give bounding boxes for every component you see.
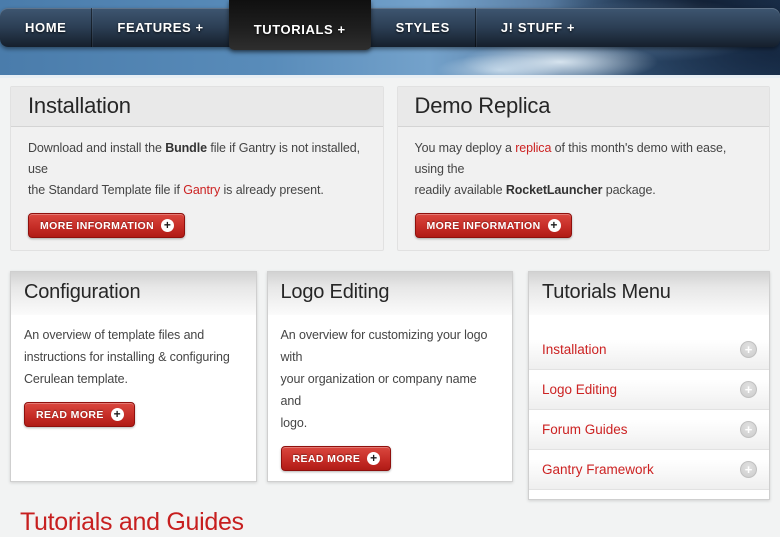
tutorials-menu-panel: Tutorials Menu Installation + Logo Editi… bbox=[528, 271, 770, 500]
text-segment-bold: RocketLauncher bbox=[506, 183, 603, 197]
installation-more-information-button[interactable]: MORE INFORMATION + bbox=[28, 213, 185, 238]
configuration-read-more-button[interactable]: READ MORE + bbox=[24, 402, 135, 427]
installation-card-header: Installation bbox=[11, 87, 383, 127]
logo-editing-card-body: An overview for customizing your logo wi… bbox=[268, 315, 513, 481]
logo-editing-card-description: An overview for customizing your logo wi… bbox=[281, 324, 500, 434]
mid-row: Configuration An overview of template fi… bbox=[10, 271, 770, 537]
installation-card-body: Download and install the Bundle file if … bbox=[11, 127, 383, 250]
logo-editing-card: Logo Editing An overview for customizing… bbox=[267, 271, 514, 482]
menu-item-label: Logo Editing bbox=[542, 382, 617, 397]
demo-replica-card: Demo Replica You may deploy a replica of… bbox=[397, 86, 771, 251]
nav-item-home[interactable]: HOME bbox=[0, 8, 91, 47]
plus-icon: + bbox=[111, 408, 124, 421]
tutorials-menu-title: Tutorials Menu bbox=[542, 281, 756, 304]
nav-item-features[interactable]: FEATURES + bbox=[91, 8, 228, 47]
plus-icon: + bbox=[740, 421, 757, 438]
configuration-card-header: Configuration bbox=[11, 272, 256, 315]
text-segment: Download and install the bbox=[28, 141, 165, 155]
demo-replica-card-title: Demo Replica bbox=[415, 93, 753, 119]
plus-icon: + bbox=[740, 341, 757, 358]
plus-icon: + bbox=[740, 461, 757, 478]
button-label: MORE INFORMATION bbox=[40, 220, 154, 232]
configuration-card-body: An overview of template files and instru… bbox=[11, 315, 256, 437]
plus-icon: + bbox=[367, 452, 380, 465]
demo-replica-card-body: You may deploy a replica of this month's… bbox=[398, 127, 770, 250]
text-segment: You may deploy a bbox=[415, 141, 516, 155]
logo-editing-card-title: Logo Editing bbox=[281, 281, 500, 304]
nav-item-tutorials[interactable]: TUTORIALS + bbox=[229, 0, 371, 50]
menu-item-installation[interactable]: Installation + bbox=[529, 330, 769, 370]
configuration-card: Configuration An overview of template fi… bbox=[10, 271, 257, 482]
text-segment: package. bbox=[602, 183, 655, 197]
demo-replica-card-description: You may deploy a replica of this month's… bbox=[415, 138, 753, 201]
installation-card-title: Installation bbox=[28, 93, 366, 119]
tutorials-menu-list: Installation + Logo Editing + Forum Guid… bbox=[529, 315, 769, 499]
nav-item-ji-stuff[interactable]: J! STUFF + bbox=[475, 8, 600, 47]
menu-item-forum-guides[interactable]: Forum Guides + bbox=[529, 410, 769, 450]
mid-left-column: Configuration An overview of template fi… bbox=[10, 271, 513, 537]
text-segment-bold: Bundle bbox=[165, 141, 207, 155]
header-background-image: HOME FEATURES + TUTORIALS + STYLES J! ST… bbox=[0, 0, 780, 78]
menu-item-label: Gantry Framework bbox=[542, 462, 654, 477]
page-content: Installation Download and install the Bu… bbox=[0, 78, 780, 537]
plus-icon: + bbox=[740, 381, 757, 398]
plus-icon: + bbox=[548, 219, 561, 232]
menu-item-label: Forum Guides bbox=[542, 422, 628, 437]
configuration-card-description: An overview of template files and instru… bbox=[24, 324, 243, 390]
demo-replica-card-header: Demo Replica bbox=[398, 87, 770, 127]
tutorials-and-guides-heading: Tutorials and Guides bbox=[20, 508, 513, 537]
menu-item-label: Installation bbox=[542, 342, 607, 357]
button-label: MORE INFORMATION bbox=[427, 220, 541, 232]
main-nav: HOME FEATURES + TUTORIALS + STYLES J! ST… bbox=[0, 8, 780, 47]
logo-editing-card-header: Logo Editing bbox=[268, 272, 513, 315]
installation-card: Installation Download and install the Bu… bbox=[10, 86, 384, 251]
nav-item-styles[interactable]: STYLES bbox=[371, 8, 475, 47]
replica-link[interactable]: replica bbox=[515, 141, 551, 155]
installation-card-description: Download and install the Bundle file if … bbox=[28, 138, 366, 201]
logo-editing-read-more-button[interactable]: READ MORE + bbox=[281, 446, 392, 471]
gantry-link[interactable]: Gantry bbox=[183, 183, 220, 197]
menu-item-logo-editing[interactable]: Logo Editing + bbox=[529, 370, 769, 410]
button-label: READ MORE bbox=[293, 453, 361, 465]
menu-item-gantry-framework[interactable]: Gantry Framework + bbox=[529, 450, 769, 490]
mid-cards: Configuration An overview of template fi… bbox=[10, 271, 513, 482]
tutorials-menu-header: Tutorials Menu bbox=[529, 272, 769, 315]
button-label: READ MORE bbox=[36, 409, 104, 421]
top-cards-row: Installation Download and install the Bu… bbox=[10, 86, 770, 251]
text-segment: is already present. bbox=[220, 183, 324, 197]
configuration-card-title: Configuration bbox=[24, 281, 243, 304]
demo-replica-more-information-button[interactable]: MORE INFORMATION + bbox=[415, 213, 572, 238]
plus-icon: + bbox=[161, 219, 174, 232]
